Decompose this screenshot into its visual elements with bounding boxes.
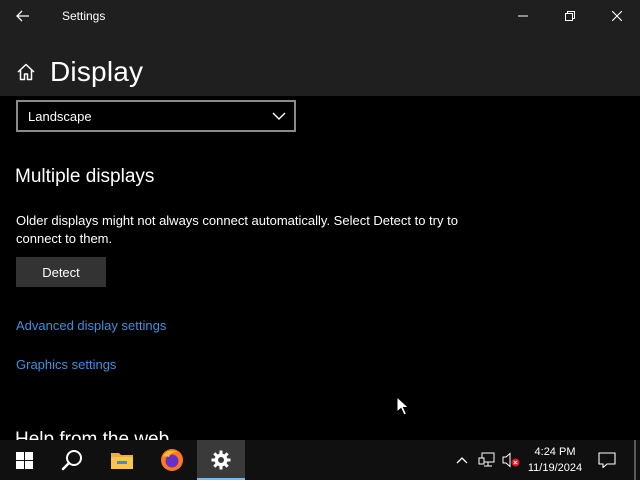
volume-muted-icon [502, 452, 520, 468]
page-title: Display [50, 56, 144, 87]
chevron-down-icon [272, 112, 286, 120]
multiple-displays-description: Older displays might not always connect … [16, 213, 458, 246]
back-button[interactable] [8, 4, 38, 28]
show-hidden-icons-button[interactable] [452, 440, 472, 480]
settings-icon [211, 450, 231, 470]
mouse-cursor-icon [396, 396, 410, 416]
home-icon[interactable] [16, 62, 36, 82]
advanced-display-settings-link[interactable]: Advanced display settings [16, 318, 166, 333]
close-button[interactable] [594, 0, 640, 32]
graphics-settings-link[interactable]: Graphics settings [16, 357, 116, 372]
chevron-up-icon [456, 457, 468, 464]
volume-tray-button[interactable] [500, 440, 522, 480]
multiple-displays-heading: Multiple displays [15, 166, 155, 187]
notification-icon [598, 452, 616, 468]
action-center-button[interactable] [592, 440, 622, 480]
show-desktop-button[interactable] [634, 440, 636, 480]
file-explorer-icon [111, 453, 133, 469]
back-arrow-icon [16, 10, 29, 22]
clock-date: 11/19/2024 [527, 462, 583, 474]
detect-button[interactable]: Detect [16, 257, 106, 287]
restore-button[interactable] [547, 0, 593, 32]
help-from-web-heading: Help from the web [15, 429, 170, 440]
file-explorer-button[interactable] [98, 440, 146, 480]
firefox-button[interactable] [148, 440, 196, 480]
settings-content: Landscape Multiple displays Older displa… [0, 96, 640, 440]
settings-taskbar-button[interactable] [197, 440, 245, 480]
app-title: Settings [62, 9, 106, 23]
minimize-icon [518, 15, 528, 17]
orientation-dropdown[interactable]: Landscape [16, 100, 296, 132]
search-button[interactable] [48, 440, 96, 480]
title-bar: Settings [0, 0, 640, 32]
start-button[interactable] [0, 440, 48, 480]
network-icon [478, 452, 495, 467]
firefox-icon [161, 449, 183, 471]
search-icon [61, 450, 82, 471]
orientation-selected-value: Landscape [28, 109, 92, 124]
clock-time: 4:24 PM [534, 446, 576, 458]
system-clock[interactable]: 4:24 PM 11/19/2024 [524, 444, 586, 476]
minimize-button[interactable] [500, 0, 546, 32]
page-header: Display [0, 32, 640, 96]
taskbar: 4:24 PM 11/19/2024 [0, 440, 640, 480]
restore-icon [565, 11, 575, 21]
start-icon [15, 451, 33, 469]
close-icon [612, 11, 622, 21]
network-tray-button[interactable] [476, 440, 498, 480]
